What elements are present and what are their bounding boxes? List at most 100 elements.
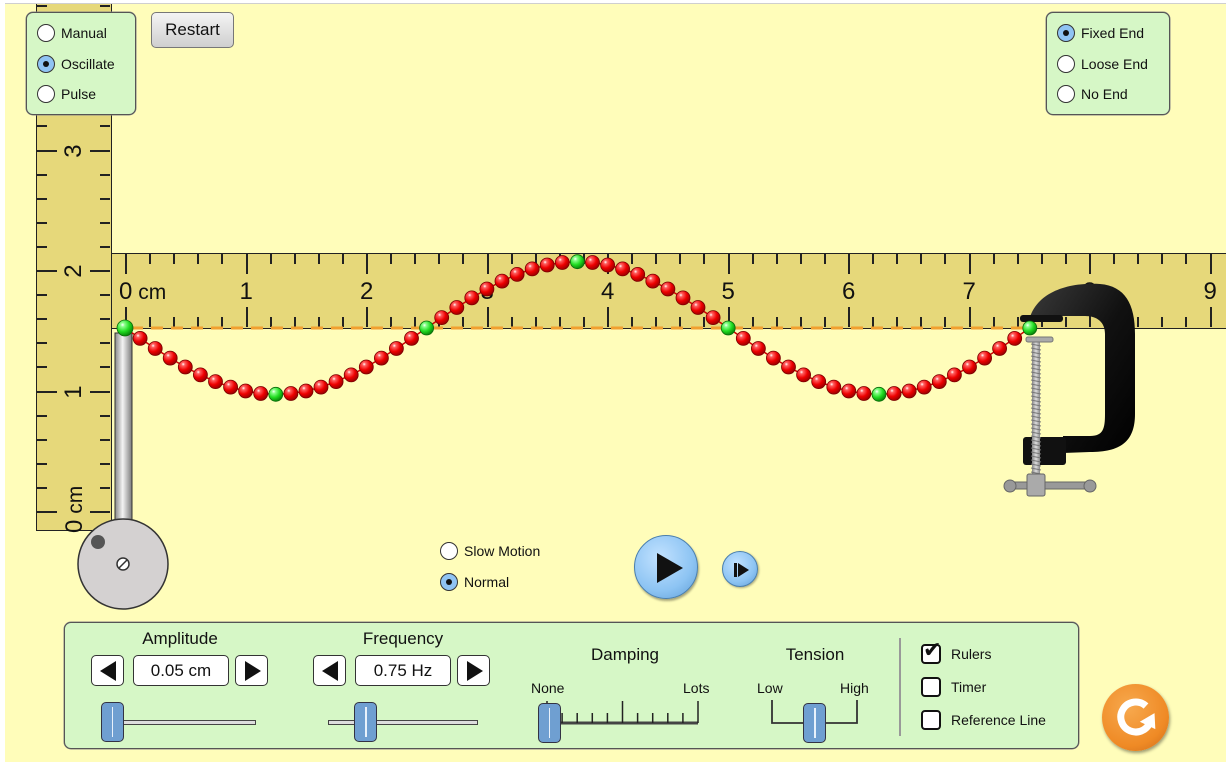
ruler-tick <box>269 317 272 327</box>
sim-stage: 0 cm 1 2 3 0 cm 1 2 3 4 5 6 7 8 9 Manual… <box>5 3 1226 762</box>
bead[interactable] <box>298 383 314 399</box>
bead[interactable] <box>781 359 796 375</box>
checkbox[interactable] <box>921 677 941 697</box>
bead[interactable] <box>343 367 359 383</box>
reset-all-button[interactable] <box>1102 684 1169 751</box>
checkbox[interactable] <box>921 710 941 730</box>
bead[interactable] <box>962 359 977 375</box>
ruler-tick <box>1137 317 1140 327</box>
bead[interactable] <box>766 350 781 366</box>
fixed-end-radio[interactable]: Fixed End <box>1057 24 1144 42</box>
bead[interactable] <box>947 367 962 383</box>
mode-oscillate-radio[interactable]: Oscillate <box>37 55 115 73</box>
step-forward-button[interactable] <box>722 551 758 587</box>
bead[interactable] <box>751 341 766 356</box>
rulers-checkbox[interactable]: ✔ Rulers <box>921 639 991 664</box>
ruler-tick <box>1064 317 1067 327</box>
bead[interactable] <box>811 374 827 390</box>
bead[interactable] <box>901 383 917 399</box>
frequency-slider-thumb[interactable] <box>354 702 377 742</box>
radio-button[interactable] <box>37 55 55 73</box>
bead[interactable] <box>238 383 254 399</box>
ruler-tick <box>1016 317 1019 327</box>
frequency-slider-track[interactable] <box>328 720 478 725</box>
bead[interactable] <box>328 374 344 390</box>
bead[interactable] <box>856 386 872 401</box>
ruler-tick <box>90 149 110 152</box>
ruler-tick <box>848 307 850 327</box>
bead[interactable] <box>977 350 992 366</box>
bead[interactable] <box>132 330 148 346</box>
bead[interactable] <box>253 386 269 401</box>
frequency-increase-button[interactable] <box>457 655 490 686</box>
ruler-tick <box>149 254 152 264</box>
ruler-tick <box>631 317 634 327</box>
mode-manual-radio[interactable]: Manual <box>37 24 107 42</box>
mode-panel: Manual Oscillate Pulse <box>26 12 136 115</box>
radio-button[interactable] <box>37 85 55 103</box>
checkbox[interactable]: ✔ <box>921 639 941 664</box>
amplitude-decrease-button[interactable] <box>91 655 124 686</box>
radio-button[interactable] <box>1057 85 1075 103</box>
tension-title: Tension <box>785 645 845 664</box>
bead[interactable] <box>992 341 1007 356</box>
bead[interactable] <box>735 330 751 346</box>
bead[interactable] <box>916 379 932 395</box>
amplitude-slider-thumb[interactable] <box>100 702 124 742</box>
highlight-bead[interactable] <box>871 386 887 402</box>
damping-slider-track[interactable] <box>545 699 705 729</box>
oscillator-wheel[interactable] <box>77 518 169 610</box>
ruler-tick <box>1185 317 1188 327</box>
loose-end-radio[interactable]: Loose End <box>1057 55 1148 73</box>
ruler-tick <box>920 317 923 327</box>
ruler-tick <box>655 317 658 327</box>
radio-button[interactable] <box>37 24 55 42</box>
bead[interactable] <box>313 379 329 395</box>
bead[interactable] <box>796 367 811 383</box>
no-end-radio[interactable]: No End <box>1057 85 1128 103</box>
bead[interactable] <box>223 379 239 395</box>
slow-motion-radio[interactable]: Slow Motion <box>440 542 540 560</box>
bead[interactable] <box>826 379 842 395</box>
tension-slider-thumb[interactable] <box>803 703 826 743</box>
damping-slider-thumb[interactable] <box>537 703 561 743</box>
bead[interactable] <box>1007 330 1023 346</box>
bead[interactable] <box>177 359 193 375</box>
bead[interactable] <box>208 374 223 390</box>
play-button[interactable] <box>634 535 698 599</box>
bead[interactable] <box>283 386 299 401</box>
bead[interactable] <box>931 374 947 390</box>
frequency-decrease-button[interactable] <box>313 655 346 686</box>
radio-button[interactable] <box>1057 55 1075 73</box>
timer-checkbox[interactable]: Timer <box>921 677 986 697</box>
restart-button[interactable]: Restart <box>151 12 234 48</box>
ruler-tick <box>221 254 224 264</box>
ruler-label: 2 <box>60 264 87 278</box>
bead[interactable] <box>147 341 163 356</box>
radio-button[interactable] <box>440 542 458 560</box>
ruler-tick <box>775 317 778 327</box>
ruler-tick <box>100 366 110 369</box>
ruler-tick <box>944 254 947 264</box>
ruler-label: 3 <box>60 143 87 158</box>
bead[interactable] <box>404 330 419 346</box>
amplitude-slider-track[interactable] <box>111 720 256 725</box>
radio-button[interactable] <box>1057 24 1075 42</box>
bead[interactable] <box>358 359 374 375</box>
bead[interactable] <box>192 367 208 383</box>
bead[interactable] <box>388 341 404 356</box>
ruler-tick <box>341 317 344 327</box>
bead[interactable] <box>886 386 902 401</box>
bead[interactable] <box>162 350 178 366</box>
bead[interactable] <box>373 350 389 366</box>
highlight-bead[interactable] <box>268 386 284 402</box>
reference-line-checkbox[interactable]: Reference Line <box>921 710 1046 730</box>
amplitude-increase-button[interactable] <box>235 655 268 686</box>
radio-button[interactable] <box>440 573 458 591</box>
ruler-label: 4 <box>601 278 615 305</box>
normal-speed-radio[interactable]: Normal <box>440 573 509 591</box>
mode-pulse-radio[interactable]: Pulse <box>37 85 96 103</box>
bead[interactable] <box>841 383 857 399</box>
horizontal-ruler[interactable]: 0 cm 1 2 3 4 5 6 7 8 9 <box>111 253 1226 329</box>
ruler-tick <box>1064 254 1067 264</box>
